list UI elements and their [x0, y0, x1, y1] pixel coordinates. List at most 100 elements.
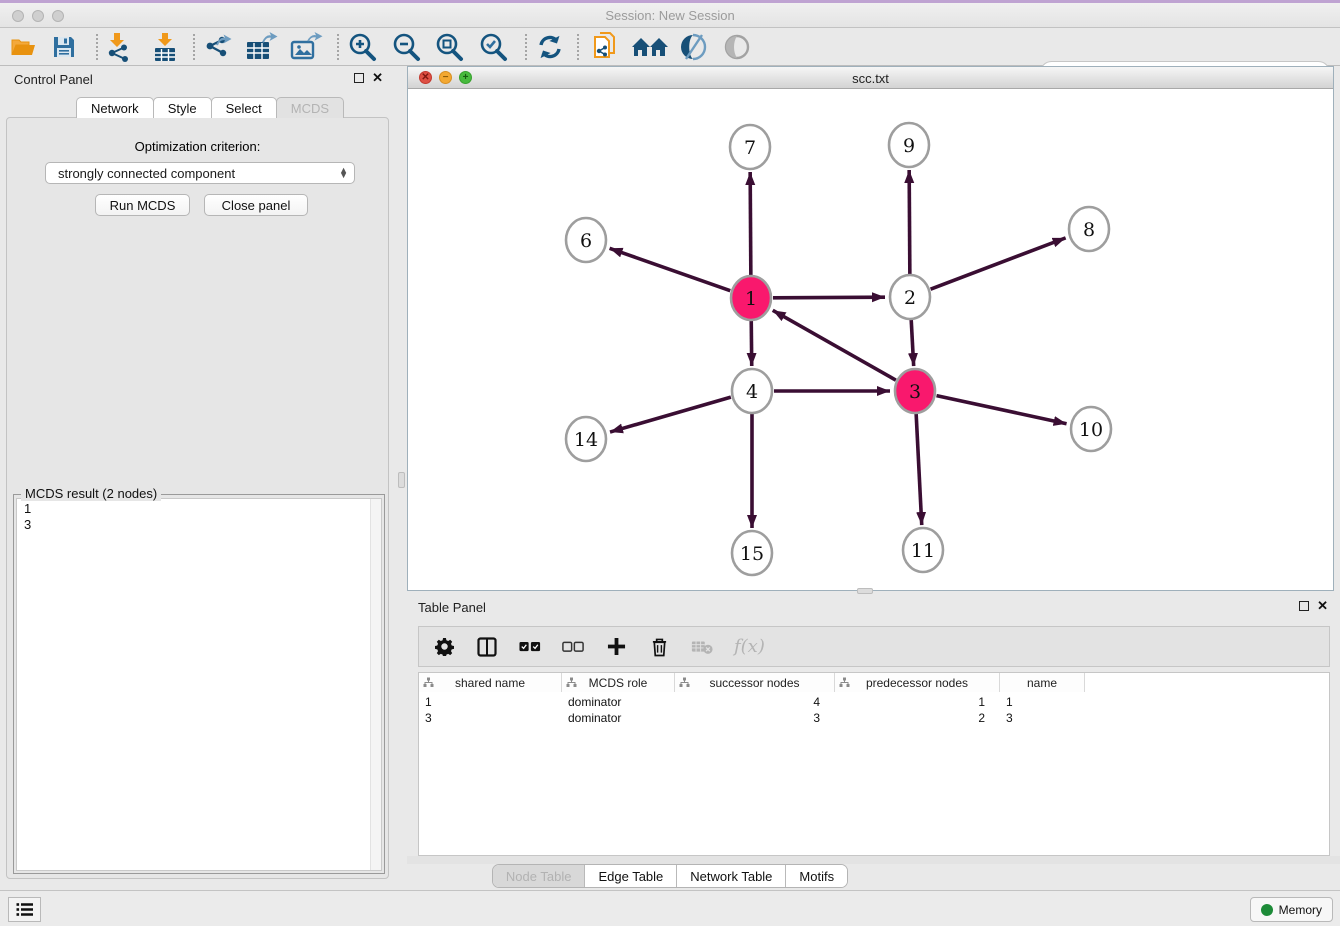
edge-2-3[interactable] [911, 319, 914, 366]
column-header-predecessor-nodes[interactable]: predecessor nodes [835, 673, 1000, 692]
edge-1-7[interactable] [750, 172, 751, 276]
graph-node-14[interactable]: 14 [566, 417, 606, 461]
eye-button[interactable] [720, 32, 754, 62]
table-cell[interactable]: 3 [1000, 710, 1085, 726]
svg-text:3: 3 [909, 381, 921, 403]
delete-row-button[interactable] [648, 637, 670, 657]
toolbar-separator [577, 34, 579, 60]
close-panel-button[interactable]: Close panel [204, 194, 308, 216]
table-row[interactable]: 1dominator411 [419, 694, 1085, 710]
copy-network-button[interactable] [588, 32, 624, 62]
table-cell[interactable]: 1 [1000, 694, 1085, 710]
toolbar-separator [337, 34, 339, 60]
network-canvas[interactable]: 1 2 3 4 6 7 8 9 10 11 14 15 [408, 89, 1333, 590]
table-cell[interactable]: dominator [562, 710, 675, 726]
graph-node-11[interactable]: 11 [903, 528, 943, 572]
table-cell[interactable]: 4 [675, 694, 835, 710]
table-row[interactable]: 3dominator323 [419, 710, 1085, 726]
visual-style-button[interactable] [676, 32, 710, 62]
copy-network-icon [591, 31, 621, 63]
gear-icon [435, 637, 454, 656]
scrollbar[interactable] [370, 499, 381, 870]
column-header-name[interactable]: name [1000, 673, 1085, 692]
table-cell[interactable]: dominator [562, 694, 675, 710]
close-panel-icon[interactable]: ✕ [372, 73, 383, 83]
main-toolbar [0, 28, 1340, 66]
graph-node-1[interactable]: 1 [731, 276, 771, 320]
save-session-button[interactable] [48, 32, 80, 62]
select-all-button[interactable] [519, 641, 541, 653]
graph-node-7[interactable]: 7 [730, 125, 770, 169]
mcds-result-title: MCDS result (2 nodes) [21, 486, 161, 501]
unselect-all-button[interactable] [562, 641, 584, 653]
tab-style[interactable]: Style [153, 97, 212, 118]
zoom-fit-icon [434, 32, 464, 62]
column-header-MCDS-role[interactable]: MCDS role [562, 673, 675, 692]
graph-node-6[interactable]: 6 [566, 218, 606, 262]
chevron-up-down-icon: ▲▼ [339, 168, 348, 178]
import-table-button[interactable] [148, 32, 182, 62]
zoom-fit-button[interactable] [432, 32, 466, 62]
export-image-button[interactable] [288, 32, 324, 62]
edge-1-6[interactable] [610, 248, 731, 290]
refresh-button[interactable] [533, 32, 567, 62]
table-cell[interactable]: 1 [419, 694, 562, 710]
graph-node-4[interactable]: 4 [732, 369, 772, 413]
open-session-button[interactable] [8, 32, 40, 62]
zoom-out-button[interactable] [389, 32, 423, 62]
edge-2-8[interactable] [931, 238, 1066, 289]
delete-table-button[interactable] [691, 639, 713, 655]
vertical-split-handle[interactable] [398, 472, 405, 488]
control-panel-tabs: NetworkStyleSelectMCDS [76, 97, 343, 118]
graph-node-15[interactable]: 15 [732, 531, 772, 575]
network-window-titlebar[interactable]: ✕ − + scc.txt [408, 67, 1333, 89]
import-network-button[interactable] [102, 32, 136, 62]
criterion-dropdown[interactable]: strongly connected component ▲▼ [45, 162, 355, 184]
edge-1-2[interactable] [773, 297, 885, 298]
tab-select[interactable]: Select [211, 97, 277, 118]
tab-network-table[interactable]: Network Table [677, 865, 786, 887]
horizontal-split-handle[interactable] [857, 588, 873, 594]
svg-text:6: 6 [580, 230, 592, 252]
tab-motifs[interactable]: Motifs [786, 865, 847, 887]
graph-node-2[interactable]: 2 [890, 275, 930, 319]
graph-node-3[interactable]: 3 [895, 369, 935, 413]
export-table-button[interactable] [243, 32, 279, 62]
tab-network[interactable]: Network [76, 97, 154, 118]
memory-button[interactable]: Memory [1250, 897, 1333, 922]
home-button[interactable] [630, 32, 670, 62]
float-table-panel-icon[interactable] [1299, 601, 1309, 611]
gear-button[interactable] [433, 637, 455, 656]
edge-3-10[interactable] [937, 396, 1067, 424]
column-layout-button[interactable] [476, 637, 498, 657]
tab-mcds[interactable]: MCDS [276, 97, 344, 118]
table-cell[interactable]: 1 [835, 694, 1000, 710]
edge-4-14[interactable] [610, 397, 731, 432]
tab-edge-table[interactable]: Edge Table [585, 865, 677, 887]
edge-3-11[interactable] [916, 413, 922, 525]
float-panel-icon[interactable] [354, 73, 364, 83]
close-table-panel-icon[interactable]: ✕ [1317, 601, 1328, 611]
column-header-successor-nodes[interactable]: successor nodes [675, 673, 835, 692]
network-graph[interactable]: 1 2 3 4 6 7 8 9 10 11 14 15 [408, 89, 1333, 590]
table-cell[interactable]: 3 [419, 710, 562, 726]
table-cell[interactable]: 2 [835, 710, 1000, 726]
zoom-in-button[interactable] [345, 32, 379, 62]
zoom-selected-button[interactable] [476, 32, 510, 62]
graph-node-9[interactable]: 9 [889, 123, 929, 167]
edge-2-9[interactable] [909, 170, 910, 275]
graph-node-8[interactable]: 8 [1069, 207, 1109, 251]
node-table[interactable]: shared nameMCDS rolesuccessor nodesprede… [418, 672, 1330, 856]
export-network-button[interactable] [200, 32, 236, 62]
tab-node-table[interactable]: Node Table [493, 865, 586, 887]
table-cell[interactable]: 3 [675, 710, 835, 726]
graph-node-10[interactable]: 10 [1071, 407, 1111, 451]
run-mcds-button[interactable]: Run MCDS [95, 194, 190, 216]
mcds-result-list[interactable]: 13 [16, 498, 382, 871]
task-history-button[interactable] [8, 897, 41, 922]
add-row-button[interactable] [605, 637, 627, 656]
function-builder-button[interactable]: f(x) [734, 636, 765, 657]
edge-3-1[interactable] [773, 310, 896, 380]
column-header-shared-name[interactable]: shared name [419, 673, 562, 692]
import-network-icon [104, 32, 134, 62]
